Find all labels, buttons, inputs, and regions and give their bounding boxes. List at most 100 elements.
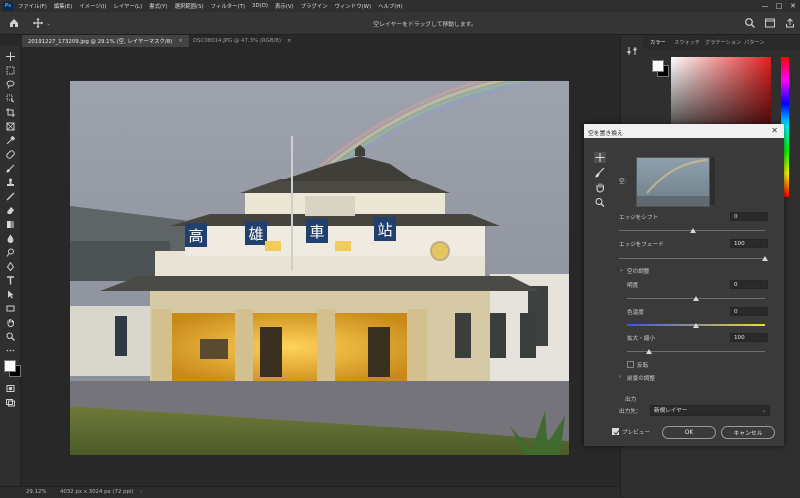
history-brush-icon[interactable] [4,190,16,202]
menu-type[interactable]: 書式(Y) [149,2,167,10]
foreground-color-swatch[interactable] [4,360,16,372]
sky-zoom-tool-icon[interactable] [594,197,606,208]
document-tab-bar: 20191227_173209.jpg @ 29.1% (空, レイヤーマスク/… [22,35,622,47]
menu-edit[interactable]: 編集(E) [54,2,72,10]
fade-edge-label: エッジをフェード [619,242,664,248]
blur-icon[interactable] [4,232,16,244]
marquee-icon[interactable] [4,64,16,76]
tab-swatches[interactable]: スウォッチ [674,39,700,46]
quick-mask-icon[interactable] [4,382,16,394]
workspace-icon[interactable] [764,17,776,29]
menu-layer[interactable]: レイヤー(L) [114,2,143,10]
scale-value[interactable]: 100 [730,333,768,342]
cancel-button[interactable]: キャンセル [721,426,775,439]
share-icon[interactable] [784,17,796,29]
zoom-level[interactable]: 29.12% [26,489,47,495]
panel-foreground-swatch[interactable] [652,60,664,72]
dialog-titlebar[interactable]: 空を置き換え ✕ [584,124,784,138]
properties-icon[interactable] [626,45,638,57]
sky-adjust-header[interactable]: 空の調整 [627,267,649,275]
eraser-icon[interactable] [4,204,16,216]
healing-brush-icon[interactable] [4,148,16,160]
chevron-down-icon[interactable]: ⌄ [46,20,51,27]
move-tool-icon[interactable] [32,17,44,29]
tab-gradients[interactable]: グラデーション [705,39,741,46]
foreground-adjust-header[interactable]: 前景の調整 [627,374,655,382]
tab-patterns[interactable]: パターン [744,39,765,46]
sky-preset-dropdown[interactable] [710,157,715,205]
home-icon[interactable] [8,17,20,29]
temperature-value[interactable]: 0 [730,307,768,316]
lasso-icon[interactable] [4,78,16,90]
fade-edge-slider-thumb[interactable] [762,256,768,261]
pen-icon[interactable] [4,260,16,272]
output-to-select[interactable]: 新規レイヤー ⌄ [650,405,770,416]
tab-color[interactable]: カラー [650,39,666,46]
dodge-icon[interactable] [4,246,16,258]
stamp-icon[interactable] [4,176,16,188]
sky-hand-tool-icon[interactable] [594,182,606,193]
hand-icon[interactable] [4,316,16,328]
status-chevron-icon[interactable]: › [140,489,142,495]
sign-char-2: 雄 [248,225,263,243]
tab-close-icon[interactable]: × [287,38,292,44]
minimize-button[interactable]: — [758,0,772,12]
photoshop-logo-icon[interactable]: Ps [3,1,13,11]
object-select-icon[interactable] [4,92,16,104]
brush-icon[interactable] [4,162,16,174]
tab-document-2[interactable]: DSC08014.JPG @ 47.3% (RGB/8) × [187,35,297,47]
options-hint-text: 空レイヤーをドラッグして移動します。 [373,22,477,28]
menu-view[interactable]: 表示(V) [275,2,294,10]
brightness-slider-thumb[interactable] [693,296,699,301]
tab-label: 20191227_173209.jpg @ 29.1% (空, レイヤーマスク/… [28,39,173,45]
temperature-slider-thumb[interactable] [693,323,699,328]
tab-close-icon[interactable]: × [178,38,183,44]
menu-file[interactable]: ファイル(F) [18,2,47,10]
brightness-value[interactable]: 0 [730,280,768,289]
shift-edge-slider-thumb[interactable] [690,228,696,233]
menu-3d[interactable]: 3D(D) [252,3,268,9]
eyedropper-icon[interactable] [4,134,16,146]
sky-adjust-chevron-icon[interactable]: ⌄ [619,267,624,273]
menu-plugins[interactable]: プラグイン [301,2,328,10]
rectangle-icon[interactable] [4,302,16,314]
dialog-close-icon[interactable]: ✕ [771,126,778,135]
menu-help[interactable]: ヘルプ(H) [378,2,402,10]
move-icon[interactable] [4,50,16,62]
sky-brush-tool-icon[interactable] [594,167,606,178]
zoom-icon[interactable] [4,330,16,342]
close-window-button[interactable]: ✕ [786,0,800,12]
status-bar: 29.12% 4032 px x 3024 px (72 ppi) › [0,486,620,498]
foreground-chevron-icon[interactable]: › [619,374,621,380]
ok-button[interactable]: OK [662,426,716,439]
screen-mode-icon[interactable] [4,396,16,408]
document-image[interactable]: 高 雄 車 站 [70,81,569,455]
sky-move-tool-icon[interactable] [594,152,606,163]
shift-edge-value[interactable]: 0 [730,212,768,221]
frame-icon[interactable] [4,120,16,132]
output-to-label: 出力先： [619,409,642,415]
path-select-icon[interactable] [4,288,16,300]
crop-icon[interactable] [4,106,16,118]
flip-checkbox[interactable] [627,361,634,368]
window-controls: — □ ✕ [758,0,800,12]
scale-slider-thumb[interactable] [646,349,652,354]
type-icon[interactable] [4,274,16,286]
tab-document-1[interactable]: 20191227_173209.jpg @ 29.1% (空, レイヤーマスク/… [22,35,189,47]
search-icon[interactable] [744,17,756,29]
sky-preset-thumbnail[interactable] [636,157,710,207]
menu-image[interactable]: イメージ(I) [79,2,106,10]
fade-edge-slider-track[interactable] [619,258,765,259]
flip-label: 反転 [637,363,649,369]
sign-char-4: 站 [377,221,392,239]
more-tools-icon[interactable] [4,344,16,356]
gradient-icon[interactable] [4,218,16,230]
menu-select[interactable]: 選択範囲(S) [174,2,203,10]
maximize-button[interactable]: □ [772,0,786,12]
preview-checkbox[interactable] [612,428,620,436]
fade-edge-value[interactable]: 100 [730,239,768,248]
output-to-value: 新規レイヤー [654,408,688,414]
menu-filter[interactable]: フィルター(T) [211,2,245,10]
dialog-title: 空を置き換え [588,131,623,137]
menu-window[interactable]: ウィンドウ(W) [335,2,372,10]
